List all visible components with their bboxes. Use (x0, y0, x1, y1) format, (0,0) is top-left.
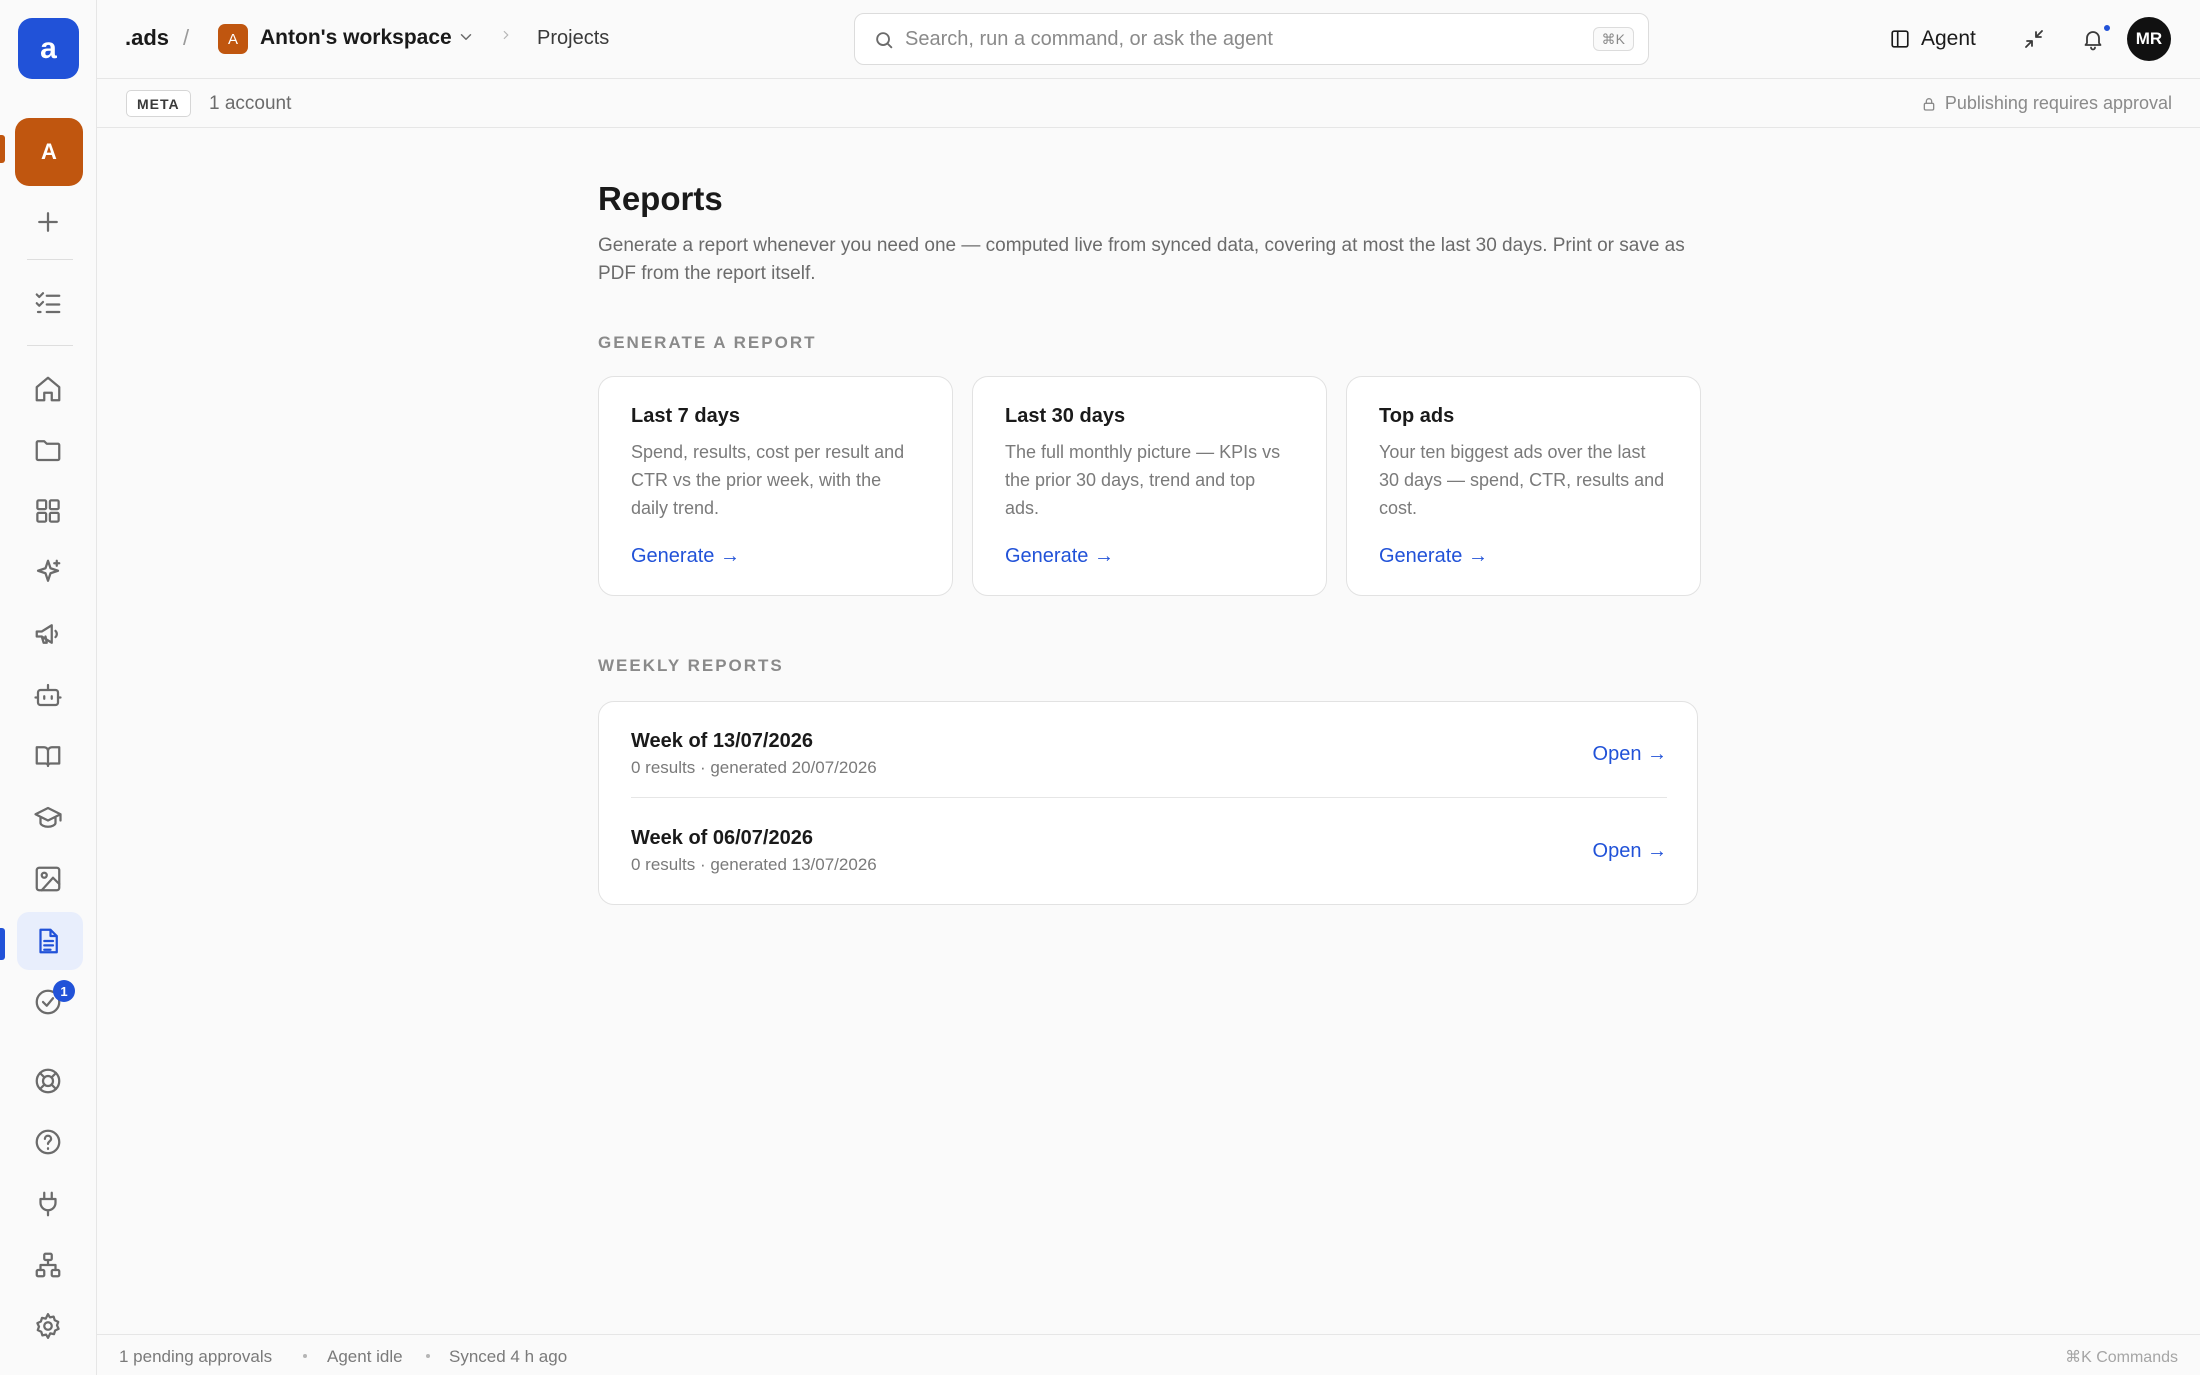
notification-dot (2102, 23, 2112, 33)
breadcrumb-projects[interactable]: Projects (537, 27, 609, 50)
lock-icon (1923, 97, 1935, 111)
chevron-down-icon[interactable] (457, 28, 475, 51)
graduation-cap-icon[interactable] (27, 797, 69, 839)
chevron-right-icon (499, 28, 513, 47)
user-avatar[interactable]: MR (2127, 17, 2171, 61)
generate-top-ads-link[interactable]: Generate → (1379, 545, 1488, 568)
weekly-report-meta: 0 results · generated 20/07/2026 (631, 758, 877, 777)
pending-approvals-status[interactable]: 1 pending approvals (119, 1347, 272, 1367)
workspace-avatar[interactable]: A (218, 24, 248, 54)
add-icon[interactable] (27, 201, 69, 243)
page-title: Reports (598, 180, 723, 217)
sitemap-icon[interactable] (27, 1244, 69, 1286)
sidebar-divider (27, 345, 73, 346)
folder-icon[interactable] (27, 429, 69, 471)
search-input[interactable] (905, 14, 1585, 64)
plug-icon[interactable] (27, 1183, 69, 1225)
card-description: The full monthly picture — KPIs vs the p… (1005, 442, 1281, 518)
list-item[interactable]: Week of 13/07/2026 0 results · generated… (631, 702, 1667, 798)
approvals-count-badge: 1 (53, 980, 75, 1002)
page-description: Generate a report whenever you need one … (598, 235, 1685, 284)
brand-name[interactable]: .ads (125, 25, 169, 51)
weekly-report-title: Week of 13/07/2026 (631, 730, 813, 752)
collapse-icon[interactable] (2016, 21, 2052, 57)
agent-label: Agent (1921, 27, 1976, 50)
lifebuoy-icon[interactable] (27, 1060, 69, 1102)
weekly-report-meta: 0 results · generated 13/07/2026 (631, 855, 877, 874)
card-description: Your ten biggest ads over the last 30 da… (1379, 442, 1665, 518)
status-separator (426, 1354, 430, 1358)
weekly-section-label: WEEKLY REPORTS (598, 656, 784, 675)
gear-icon[interactable] (27, 1305, 69, 1347)
generate-last-30-days-link[interactable]: Generate → (1005, 545, 1114, 568)
grid-icon[interactable] (27, 490, 69, 532)
workspace-switcher-button[interactable]: A (15, 118, 83, 186)
top-bar: .ads / A Anton's workspace Projects ⌘K A… (97, 0, 2200, 79)
list-item[interactable]: Week of 06/07/2026 0 results · generated… (631, 799, 1667, 895)
workspace-name[interactable]: Anton's workspace (260, 26, 452, 50)
report-card-last-30-days[interactable]: Last 30 days The full monthly picture — … (972, 376, 1327, 596)
platform-tag[interactable]: META (126, 90, 191, 117)
bot-icon[interactable] (27, 674, 69, 716)
active-item-marker (0, 928, 5, 960)
account-count[interactable]: 1 account (209, 93, 291, 115)
megaphone-icon[interactable] (27, 613, 69, 655)
open-report-link[interactable]: Open → (1593, 743, 1667, 766)
agent-panel-button[interactable]: Agent (1889, 22, 1976, 56)
sidebar: a A 1 (0, 0, 97, 1375)
report-card-top-ads[interactable]: Top ads Your ten biggest ads over the la… (1346, 376, 1701, 596)
help-icon[interactable] (27, 1121, 69, 1163)
reports-page: Reports Generate a report whenever you n… (598, 180, 1701, 905)
publishing-notice-text: Publishing requires approval (1944, 93, 2172, 113)
status-separator (303, 1354, 307, 1358)
card-title: Last 30 days (1005, 405, 1126, 427)
generate-last-7-days-link[interactable]: Generate → (631, 545, 740, 568)
account-bar: META 1 account Publishing requires appro… (97, 79, 2200, 128)
weekly-report-title: Week of 06/07/2026 (631, 827, 813, 849)
search-shortcut-hint: ⌘K (1592, 27, 1634, 51)
card-title: Last 7 days (631, 405, 740, 427)
agent-status: Agent idle (327, 1347, 403, 1366)
home-icon[interactable] (27, 368, 69, 410)
search-icon (873, 29, 895, 56)
open-report-link[interactable]: Open → (1593, 840, 1667, 863)
document-icon[interactable] (27, 920, 69, 962)
brand-separator: / (183, 25, 190, 50)
checklist-icon[interactable] (27, 281, 69, 323)
weekly-reports-list: Week of 13/07/2026 0 results · generated… (598, 701, 1698, 905)
sparkle-icon[interactable] (27, 551, 69, 593)
report-card-last-7-days[interactable]: Last 7 days Spend, results, cost per res… (598, 376, 953, 596)
search-box[interactable]: ⌘K (854, 13, 1649, 65)
generate-section-label: GENERATE A REPORT (598, 333, 817, 352)
panel-icon (1891, 30, 1909, 48)
publishing-notice: Publishing requires approval (1921, 93, 2172, 114)
sidebar-divider (27, 259, 73, 260)
commands-hint[interactable]: ⌘K Commands (2065, 1347, 2178, 1367)
status-bar: 1 pending approvals Agent idle Synced 4 … (97, 1334, 2200, 1375)
report-cards: Last 7 days Spend, results, cost per res… (598, 376, 1701, 596)
image-icon[interactable] (27, 858, 69, 900)
app-logo[interactable]: a (18, 18, 79, 79)
card-title: Top ads (1379, 405, 1455, 427)
sync-status: Synced 4 h ago (449, 1347, 568, 1366)
card-description: Spend, results, cost per result and CTR … (631, 442, 905, 518)
workspace-active-marker (0, 135, 5, 163)
book-icon[interactable] (27, 735, 69, 777)
